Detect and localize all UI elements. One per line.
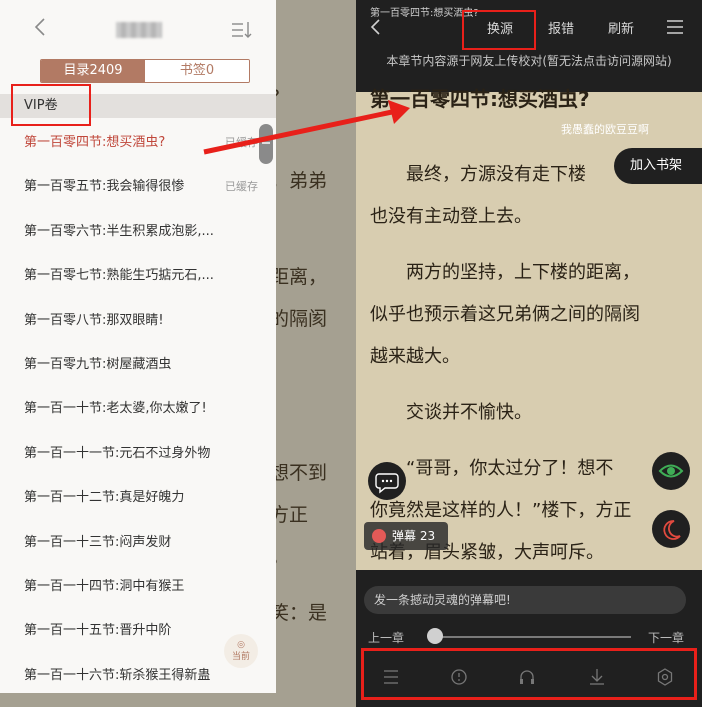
background-text-fragment: 距离， (270, 266, 328, 288)
chapter-title: 第一百一十三节:闷声发财 (24, 534, 172, 550)
toc-topbar (0, 0, 276, 56)
moon-icon (663, 520, 681, 540)
chapter-title: 第一百一十四节:洞中有猴王 (24, 578, 185, 594)
chapter-item[interactable]: 第一百零四节:想买酒虫? 已缓存 (0, 121, 276, 165)
refresh-button[interactable]: 刷新 (608, 18, 634, 37)
body-line: 也没有主动登上去。 (370, 206, 532, 227)
more-menu-icon[interactable] (666, 19, 684, 35)
comment-icon (375, 473, 399, 494)
body-line: “哥哥，你太过分了！想不 (370, 458, 614, 479)
chapter-title: 第一百零四节:想买酒虫? (370, 87, 590, 111)
chapter-item[interactable]: 第一百零六节:半生积累成泡影,... (0, 210, 276, 254)
cached-status: 已缓存 (225, 136, 258, 149)
chapter-item[interactable]: 第一百一十四节:洞中有猴王 (0, 565, 276, 609)
chapter-item[interactable]: 第一百一十三节:闷声发财 (0, 521, 276, 565)
chapter-item[interactable]: 第一百一十节:老太婆,你太嫩了! (0, 387, 276, 431)
tab-bookmarks[interactable]: 书签0 (145, 60, 249, 82)
chapter-title: 第一百零八节:那双眼睛! (24, 312, 164, 328)
book-title-blurred (116, 22, 162, 38)
progress-slider-knob[interactable] (427, 628, 443, 644)
body-line: 最终，方源没有走下楼 (370, 164, 586, 185)
chapter-item[interactable]: 第一百零七节:熟能生巧掂元石,... (0, 254, 276, 298)
toc-tabs: 目录2409 书签0 (40, 59, 250, 83)
jump-to-current-button[interactable]: ◎ 当前 (224, 634, 258, 668)
night-mode-button[interactable] (652, 510, 690, 548)
chapter-title: 第一百零四节:想买酒虫? (24, 135, 166, 150)
background-text-fragment: 想不到 (270, 462, 328, 484)
target-icon: ◎ (237, 640, 245, 650)
chapter-item[interactable]: 第一百零五节:我会输得很惨 已缓存 (0, 165, 276, 209)
danmu-count-label: 弹幕 23 (392, 529, 436, 543)
chapter-title: 第一百一十二节:真是好魄力 (24, 490, 185, 506)
annotation-box-change-source (462, 10, 536, 50)
tab-toc[interactable]: 目录2409 (41, 60, 145, 82)
toc-screen: ?，弟弟距离，的隔阂想不到方正。笑：是 目录2409 书签0 VIP卷 第一百零… (0, 0, 356, 707)
annotation-box-volume (11, 84, 91, 126)
background-text-fragment: 笑：是 (270, 602, 328, 624)
annotation-box-bottom-toolbar (361, 648, 697, 700)
add-to-shelf-button[interactable]: 加入书架 (614, 148, 702, 184)
background-text-fragment: 的隔阂 (270, 308, 328, 330)
chapter-title: 第一百零九节:树屋藏酒虫 (24, 356, 172, 372)
chapter-item[interactable]: 第一百零九节:树屋藏酒虫 (0, 343, 276, 387)
background-text-fragment: 方正 (270, 504, 309, 526)
chapter-title: 第一百一十节:老太婆,你太嫩了! (24, 401, 207, 417)
body-line: 似乎也预示着这兄弟俩之间的隔阂 (370, 304, 640, 325)
chapter-item[interactable]: 第一百一十二节:真是好魄力 (0, 476, 276, 520)
comment-button[interactable] (368, 462, 406, 500)
chapter-item[interactable]: 第一百一十一节:元石不过身外物 (0, 432, 276, 476)
sort-icon[interactable] (230, 20, 252, 40)
next-chapter-button[interactable]: 下一章 (648, 629, 684, 646)
chapter-title: 第一百零七节:熟能生巧掂元石,... (24, 268, 214, 284)
chapter-title: 第一百一十五节:晋升中阶 (24, 623, 172, 639)
report-error-button[interactable]: 报错 (548, 18, 574, 37)
check-icon (372, 529, 386, 543)
chapter-title: 第一百一十六节:斩杀猴王得新蛊 (24, 667, 211, 683)
eye-protection-button[interactable] (652, 452, 690, 490)
danmu-input[interactable]: 发一条撼动灵魂的弹幕吧! (364, 586, 686, 614)
background-text-fragment: 。 (270, 546, 290, 568)
chapter-list: 第一百零四节:想买酒虫? 已缓存 第一百零五节:我会输得很惨 已缓存 第一百零六节:半生… (0, 121, 276, 698)
chapter-title: 第一百零六节:半生积累成泡影,... (24, 223, 214, 239)
prev-chapter-button[interactable]: 上一章 (368, 629, 404, 646)
cached-status: 已缓存 (225, 180, 258, 194)
danmu-toggle[interactable]: 弹幕 23 (364, 522, 448, 550)
body-line: 越来越大。 (370, 346, 460, 367)
chapter-item[interactable]: 第一百零八节:那双眼睛! (0, 299, 276, 343)
body-line: 两方的坚持，上下楼的距离， (370, 262, 640, 283)
back-icon[interactable] (30, 16, 52, 38)
author-name: 我愚蠢的欧豆豆啊 (561, 123, 649, 136)
chapter-title: 第一百一十一节:元石不过身外物 (24, 445, 211, 461)
chapter-title: 第一百零五节:我会输得很惨 (24, 179, 185, 195)
scrollbar-thumb[interactable] (259, 124, 273, 164)
back-icon[interactable] (368, 18, 384, 36)
background-text-fragment: ? (270, 86, 356, 108)
eye-icon (658, 464, 684, 478)
body-line: 交谈并不愉快。 (370, 402, 532, 423)
progress-slider[interactable] (431, 636, 631, 638)
background-text-fragment: ，弟弟 (270, 170, 328, 192)
reader-screen: 第一百零四节:想买酒虫? 换源 报错 刷新 本章节内容源于网友上传校对(暂无法点… (356, 0, 702, 707)
current-button-label: 当前 (231, 652, 250, 662)
